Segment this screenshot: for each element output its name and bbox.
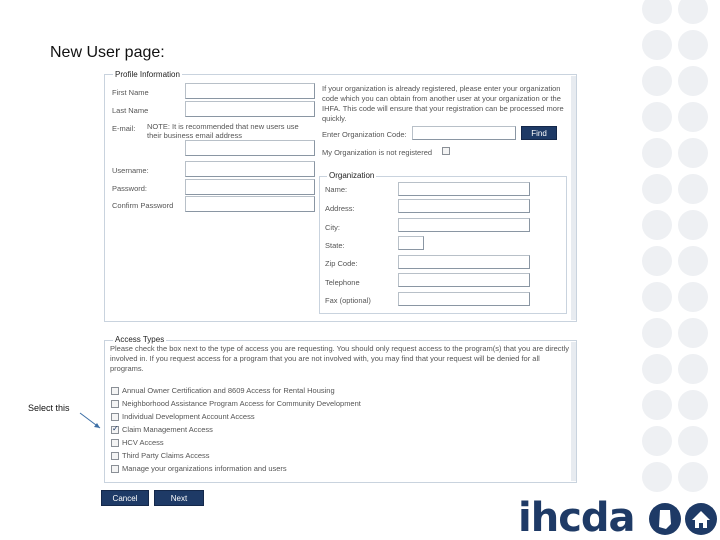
access-label-neighborhood: Neighborhood Assistance Program Access f…: [122, 399, 361, 408]
access-instructions: Please check the box next to the type of…: [110, 344, 570, 373]
username-input[interactable]: [185, 161, 315, 177]
org-intro-text: If your organization is already register…: [322, 84, 564, 123]
email-label: E-mail:: [112, 124, 136, 133]
username-label: Username:: [112, 166, 149, 175]
password-input[interactable]: [185, 179, 315, 195]
org-zip-input[interactable]: [398, 255, 530, 269]
access-checkbox-neighborhood[interactable]: [111, 400, 119, 408]
access-types-legend: Access Types: [113, 335, 167, 344]
last-name-input[interactable]: [185, 101, 315, 117]
org-fax-input[interactable]: [398, 292, 530, 306]
org-code-input[interactable]: [412, 126, 516, 140]
access-label-ida: Individual Development Account Access: [122, 412, 255, 421]
access-label-third-party: Third Party Claims Access: [122, 451, 210, 460]
access-checkbox-third-party[interactable]: [111, 452, 119, 460]
access-checkbox-claim-management[interactable]: [111, 424, 119, 434]
org-state-label: State:: [325, 241, 345, 250]
org-code-label: Enter Organization Code:: [322, 130, 407, 139]
profile-scrollbar[interactable]: [571, 76, 576, 320]
home-icon: [685, 503, 717, 535]
organization-legend: Organization: [327, 171, 377, 180]
access-label-claim-management: Claim Management Access: [122, 425, 213, 434]
org-state-input[interactable]: [398, 236, 424, 250]
access-checkbox-hcv[interactable]: [111, 439, 119, 447]
page-heading: New User page:: [50, 44, 165, 61]
indiana-state-icon: [649, 503, 681, 535]
org-fax-label: Fax (optional): [325, 296, 371, 305]
last-name-label: Last Name: [112, 106, 149, 115]
not-registered-label: My Organization is not registered: [322, 148, 433, 157]
org-city-input[interactable]: [398, 218, 530, 232]
org-name-input[interactable]: [398, 182, 530, 196]
email-input[interactable]: [185, 140, 315, 156]
next-button[interactable]: Next: [154, 490, 204, 506]
org-telephone-input[interactable]: [398, 273, 530, 287]
org-address-label: Address:: [325, 204, 355, 213]
confirm-password-input[interactable]: [185, 196, 315, 212]
decorative-circle-pattern: [640, 0, 720, 540]
select-this-annotation: Select this: [28, 403, 70, 413]
first-name-input[interactable]: [185, 83, 315, 99]
org-address-input[interactable]: [398, 199, 530, 213]
confirm-password-label: Confirm Password: [112, 201, 174, 210]
not-registered-checkbox[interactable]: [442, 147, 450, 155]
access-checkbox-manage-org[interactable]: [111, 465, 119, 473]
first-name-label: First Name: [112, 88, 149, 97]
ihcda-logo: ihcda: [518, 495, 636, 540]
find-button[interactable]: Find: [521, 126, 557, 140]
org-zip-label: Zip Code:: [325, 259, 358, 268]
access-checkbox-ida[interactable]: [111, 413, 119, 421]
access-label-hcv: HCV Access: [122, 438, 164, 447]
password-label: Password:: [112, 184, 148, 193]
access-label-manage-org: Manage your organizations information an…: [122, 464, 287, 473]
org-telephone-label: Telephone: [325, 278, 360, 287]
access-label-annual-owner: Annual Owner Certification and 8609 Acce…: [122, 386, 335, 395]
email-note: NOTE: It is recommended that new users u…: [147, 122, 299, 140]
access-scrollbar[interactable]: [571, 342, 576, 481]
profile-legend: Profile Information: [113, 70, 182, 79]
org-city-label: City:: [325, 223, 340, 232]
access-checkbox-annual-owner[interactable]: [111, 387, 119, 395]
cancel-button[interactable]: Cancel: [101, 490, 149, 506]
org-name-label: Name:: [325, 185, 348, 194]
